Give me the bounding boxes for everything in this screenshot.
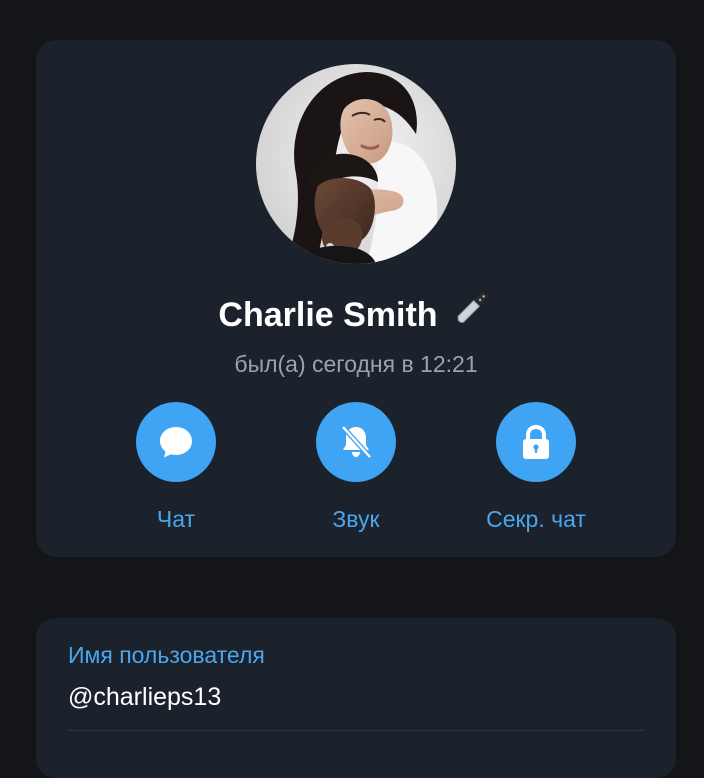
knife-emoji-icon	[452, 286, 494, 342]
secret-chat-button-label: Секр. чат	[486, 506, 586, 532]
lock-icon	[523, 424, 549, 459]
bell-muted-icon	[341, 425, 372, 459]
profile-name-row: Charlie Smith	[36, 290, 676, 342]
profile-name: Charlie Smith	[218, 296, 438, 334]
username-value[interactable]: @charlieps13	[68, 680, 221, 714]
sound-button-label: Звук	[332, 506, 380, 532]
username-label: Имя пользователя	[68, 642, 265, 668]
sound-button-circle[interactable]	[316, 402, 396, 482]
secret-chat-button[interactable]: Секр. чат	[461, 402, 611, 542]
info-card: Имя пользователя @charlieps13	[36, 618, 676, 778]
chat-button-label: Чат	[156, 506, 196, 532]
chat-button[interactable]: Чат	[101, 402, 251, 542]
avatar-photo	[256, 64, 456, 264]
divider	[68, 730, 644, 731]
chat-button-circle[interactable]	[136, 402, 216, 482]
profile-card: Charlie Smith был(а) сегодня в 12:21 Чат	[36, 40, 676, 557]
last-seen-status: был(а) сегодня в 12:21	[234, 351, 478, 377]
secret-chat-button-circle[interactable]	[496, 402, 576, 482]
action-buttons: Чат Звук Секр. чат	[36, 402, 676, 542]
chat-bubble-icon	[160, 427, 192, 458]
profile-avatar[interactable]	[256, 64, 456, 264]
sound-button[interactable]: Звук	[281, 402, 431, 542]
